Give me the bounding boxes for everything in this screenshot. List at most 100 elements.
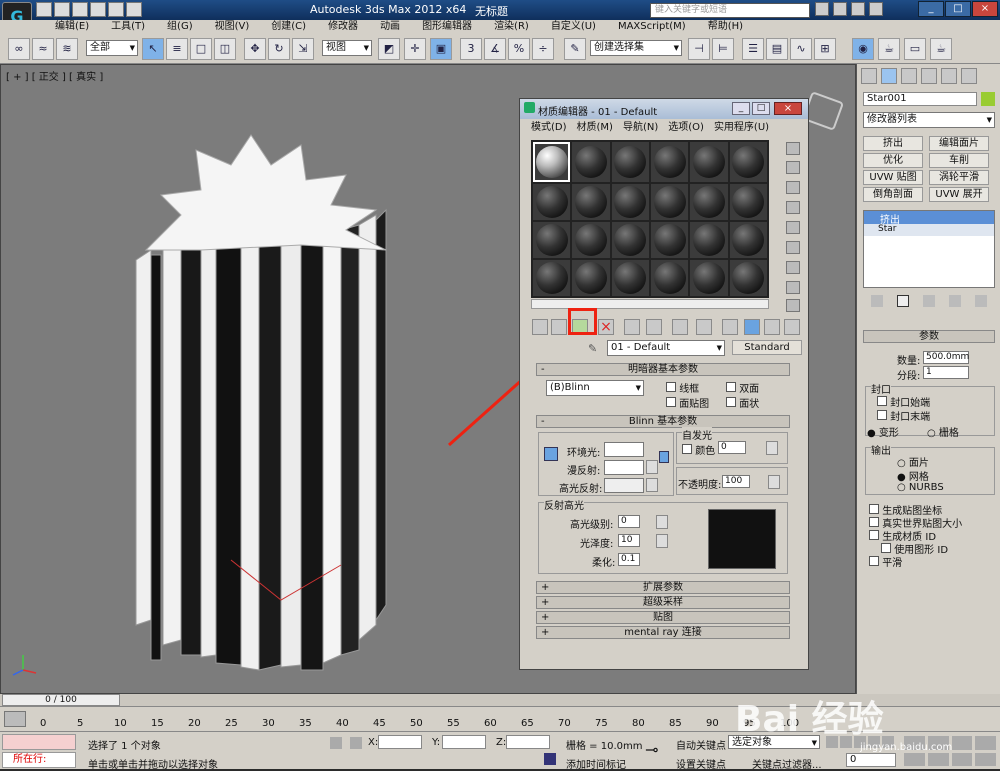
specular-color-swatch[interactable]: [604, 478, 644, 493]
search-input[interactable]: 键入关键字或短语: [650, 3, 810, 18]
maximize-viewport-icon[interactable]: [975, 752, 996, 766]
sample-slot[interactable]: [572, 260, 610, 296]
utilities-tab-icon[interactable]: [961, 68, 977, 84]
uv-tiling-icon[interactable]: [786, 201, 800, 214]
motion-tab-icon[interactable]: [921, 68, 937, 84]
ref-coord-dropdown[interactable]: 视图: [322, 40, 372, 56]
material-id-icon[interactable]: [672, 319, 688, 335]
bevel-profile-button[interactable]: 倒角剖面: [863, 187, 923, 202]
diffuse-map-button[interactable]: [646, 460, 658, 474]
sample-slot[interactable]: [690, 142, 728, 182]
optimize-button[interactable]: 优化: [863, 153, 923, 168]
modifier-list-dropdown[interactable]: 修改器列表: [863, 112, 995, 128]
slots-scrollbar[interactable]: [531, 299, 769, 309]
align-icon[interactable]: ⊨: [712, 38, 734, 60]
mini-curve-icon[interactable]: [4, 711, 26, 727]
go-forward-icon[interactable]: [764, 319, 780, 335]
mated-maximize-button[interactable]: □: [752, 102, 770, 115]
menu-maxscript[interactable]: MAXScript(M): [607, 20, 697, 34]
sample-slot[interactable]: [690, 260, 728, 296]
faceted-option[interactable]: 面状: [726, 395, 759, 410]
curve-editor-icon[interactable]: ∿: [790, 38, 812, 60]
project-folder-icon[interactable]: [126, 2, 142, 17]
cap-start-option[interactable]: 封口始端: [877, 394, 930, 409]
opacity-map-button[interactable]: [768, 475, 780, 489]
parameters-rollout[interactable]: 参数: [863, 330, 995, 343]
menu-group[interactable]: 组(G): [156, 20, 204, 34]
make-preview-icon[interactable]: [786, 241, 800, 254]
soften-spinner[interactable]: 0.1: [618, 553, 640, 566]
menu-help[interactable]: 帮助(H): [697, 20, 754, 34]
uvw-map-button[interactable]: UVW 贴图: [863, 170, 923, 185]
smooth-option[interactable]: 平滑: [869, 554, 902, 569]
lock-icon[interactable]: [544, 447, 558, 461]
background-icon[interactable]: [786, 181, 800, 194]
key-icon[interactable]: [833, 2, 847, 16]
spec-level-map-button[interactable]: [656, 515, 668, 529]
sample-slot[interactable]: [729, 184, 767, 220]
go-to-parent-icon[interactable]: [744, 319, 760, 335]
show-end-result-icon[interactable]: [897, 295, 909, 307]
set-key-mode-icon[interactable]: ⊸: [645, 740, 671, 760]
self-illum-spinner[interactable]: 0: [718, 441, 746, 454]
morph-option[interactable]: ● 变形: [867, 424, 899, 439]
sample-slot[interactable]: [533, 260, 571, 296]
show-map-icon[interactable]: [696, 319, 712, 335]
glossiness-map-button[interactable]: [656, 534, 668, 548]
sample-slot[interactable]: [611, 222, 649, 258]
named-selection-dropdown[interactable]: 创建选择集: [590, 40, 682, 56]
extended-params-rollout[interactable]: + 扩展参数: [536, 581, 790, 594]
select-object-icon[interactable]: ↖: [142, 38, 164, 60]
extrude-button[interactable]: 挤出: [863, 136, 923, 151]
spinner-snap-icon[interactable]: ÷: [532, 38, 554, 60]
sample-slot[interactable]: [729, 222, 767, 258]
hierarchy-tab-icon[interactable]: [901, 68, 917, 84]
close-button[interactable]: ×: [972, 1, 998, 17]
pan-icon[interactable]: [927, 752, 949, 766]
sample-slot[interactable]: [650, 260, 689, 296]
material-editor-icon[interactable]: ◉: [852, 38, 874, 60]
percent-snap-icon[interactable]: %: [508, 38, 530, 60]
spec-level-spinner[interactable]: 0: [618, 515, 640, 528]
make-unique-icon[interactable]: [923, 295, 935, 307]
menu-views[interactable]: 视图(V): [204, 20, 261, 34]
backlight-icon[interactable]: [786, 161, 800, 174]
window-crossing-icon[interactable]: ◫: [214, 38, 236, 60]
schematic-view-icon[interactable]: ⊞: [814, 38, 836, 60]
sample-slot[interactable]: [611, 260, 649, 296]
sample-slot[interactable]: [729, 142, 767, 182]
redo-icon[interactable]: [108, 2, 124, 17]
scale-icon[interactable]: ⇲: [292, 38, 314, 60]
current-frame-field[interactable]: 0: [846, 753, 896, 767]
output-nurbs-option[interactable]: ○ NURBS: [897, 482, 944, 493]
mated-menu-utilities[interactable]: 实用程序(U): [709, 120, 774, 136]
unwrap-uvw-button[interactable]: UVW 展开: [929, 187, 989, 202]
self-illum-map-button[interactable]: [766, 441, 778, 455]
sample-slot[interactable]: [690, 222, 728, 258]
render-setup-icon[interactable]: ☕: [878, 38, 900, 60]
sample-slot[interactable]: [611, 184, 649, 220]
unlink-icon[interactable]: ≈: [32, 38, 54, 60]
edit-named-sel-icon[interactable]: ✎: [564, 38, 586, 60]
pivot-center-icon[interactable]: ◩: [378, 38, 400, 60]
selection-filter-dropdown[interactable]: 全部: [86, 40, 138, 56]
maximize-button[interactable]: □: [945, 1, 971, 17]
opacity-spinner[interactable]: 100: [722, 475, 750, 488]
turbosmooth-button[interactable]: 涡轮平滑: [929, 170, 989, 185]
put-to-library-icon[interactable]: [646, 319, 662, 335]
select-manipulate-icon[interactable]: ✛: [404, 38, 426, 60]
shader-basic-rollout[interactable]: - 明暗器基本参数: [536, 363, 790, 376]
rendered-frame-icon[interactable]: ▭: [904, 38, 926, 60]
material-type-button[interactable]: Standard: [732, 340, 802, 355]
time-tag-icon[interactable]: [544, 753, 556, 765]
modify-tab-icon[interactable]: [881, 68, 897, 84]
running-line[interactable]: 所在行:: [2, 752, 76, 768]
shader-dropdown[interactable]: (B)Blinn: [546, 380, 644, 396]
zoom-extents-icon[interactable]: [951, 736, 973, 750]
glossiness-spinner[interactable]: 10: [618, 534, 640, 547]
grid-option[interactable]: ○ 栅格: [927, 424, 959, 439]
mated-close-button[interactable]: ×: [774, 102, 802, 115]
zoom-extents-all-icon[interactable]: [975, 736, 996, 750]
search-icon[interactable]: [815, 2, 829, 16]
reset-map-icon[interactable]: ×: [598, 319, 614, 335]
